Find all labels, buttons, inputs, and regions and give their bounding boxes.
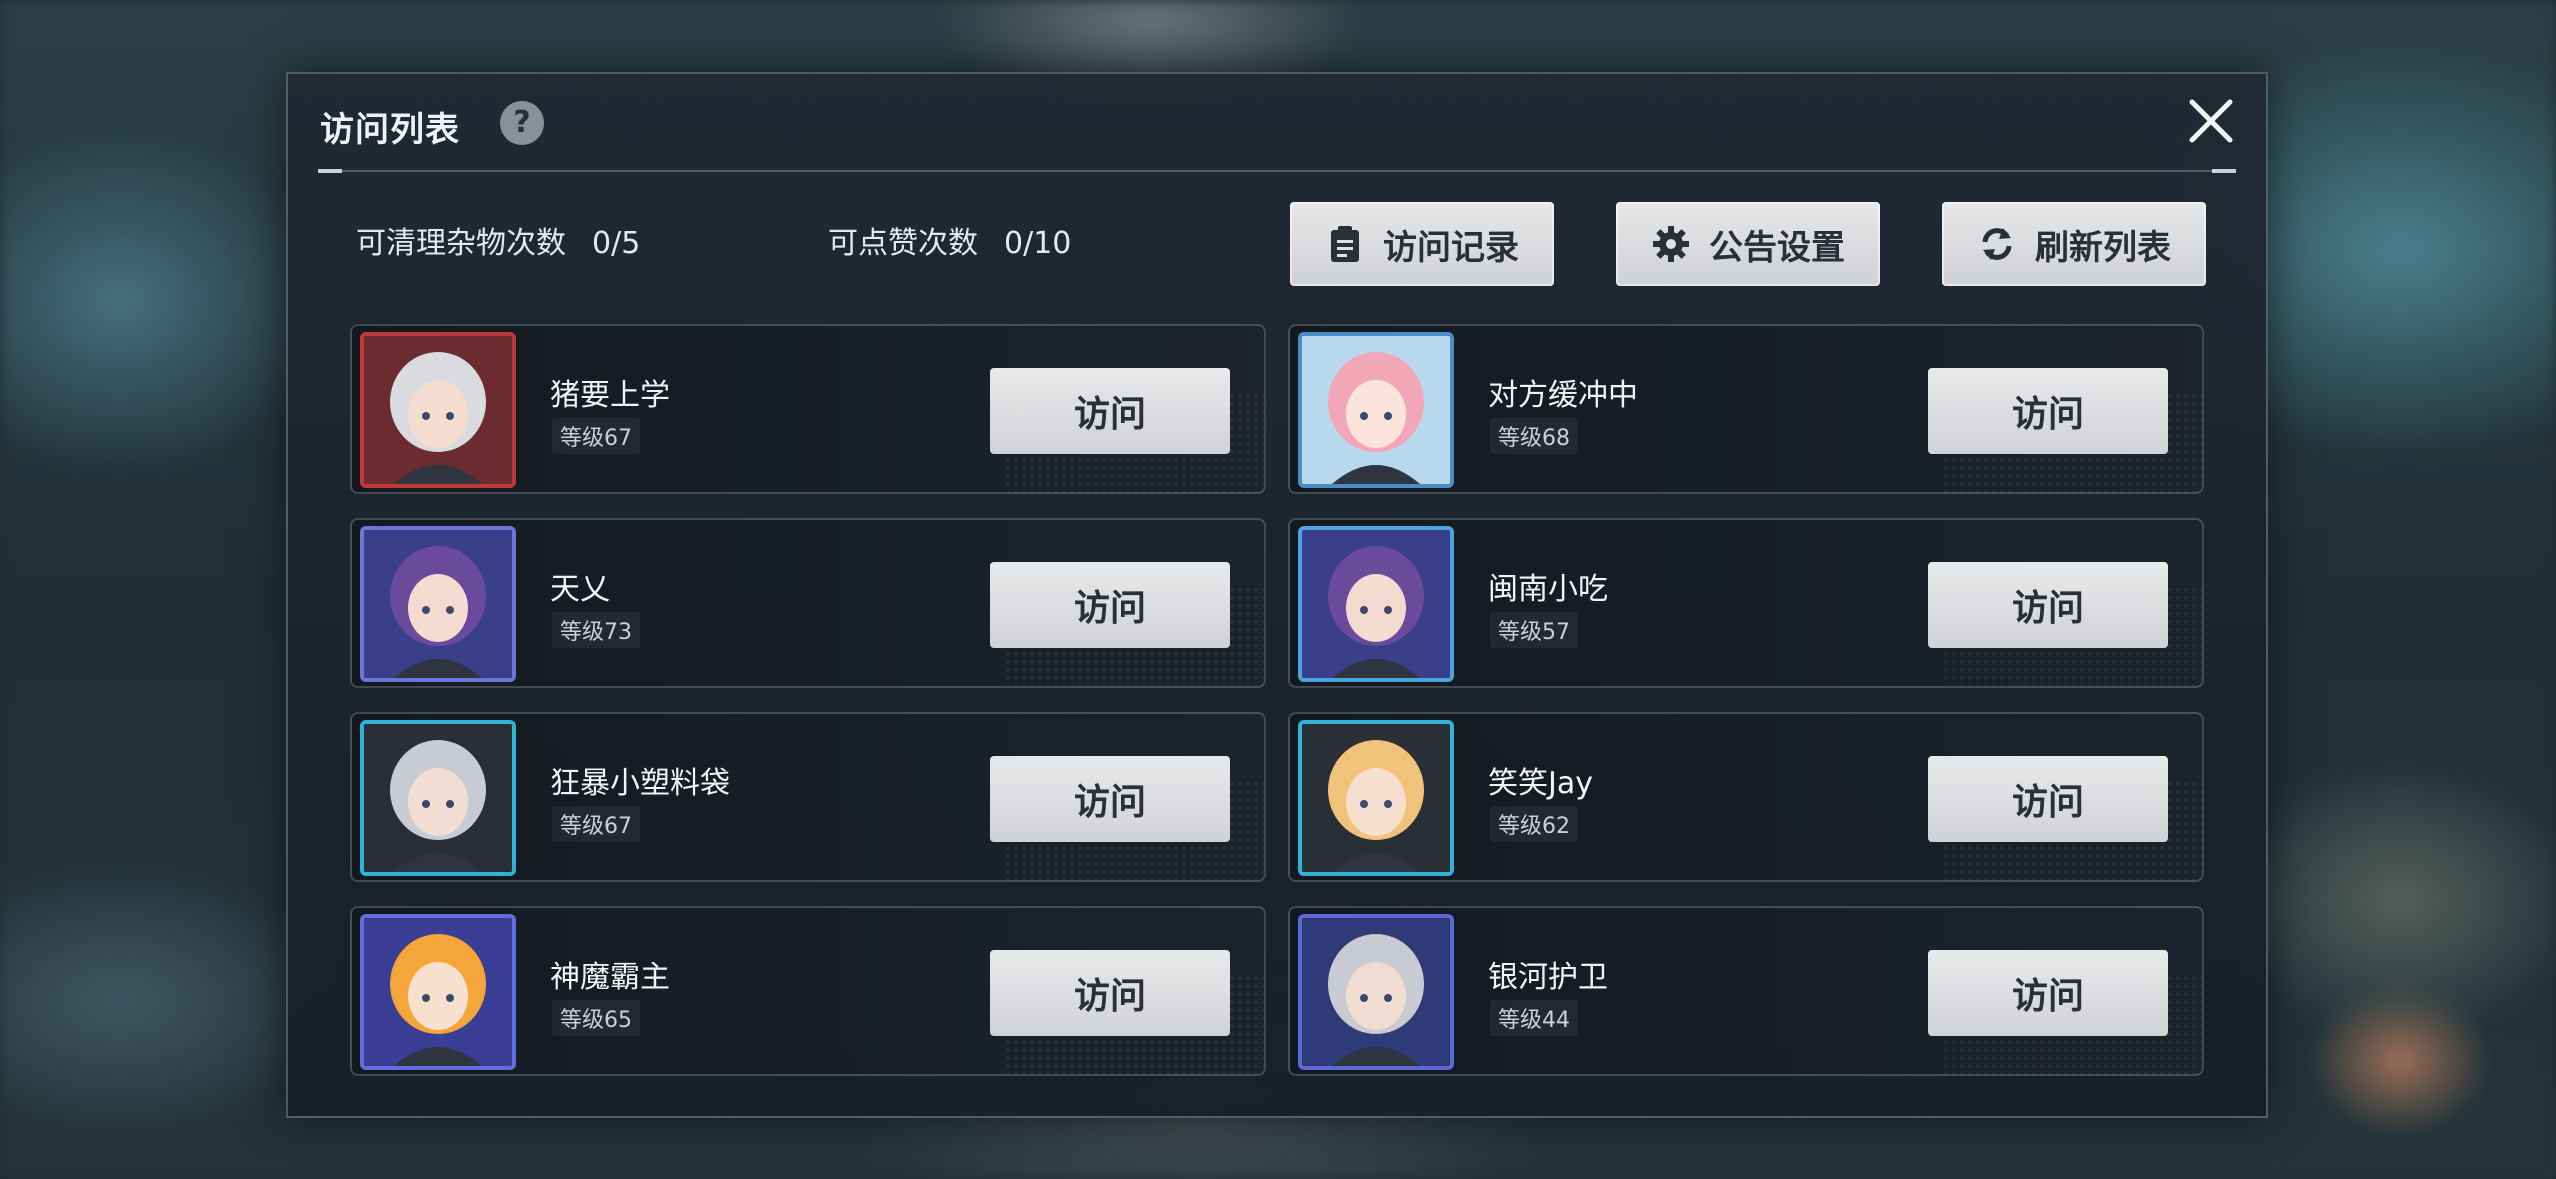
player-card: 猪要上学 等级67 访问 (350, 324, 1266, 494)
avatar-portrait-icon (364, 918, 512, 1066)
player-card: 笑笑Jay 等级62 访问 (1288, 712, 2204, 882)
player-name: 笑笑Jay (1488, 766, 1593, 801)
player-avatar[interactable] (360, 720, 516, 876)
player-avatar[interactable] (360, 914, 516, 1070)
player-level: 等级65 (552, 1000, 640, 1036)
player-avatar[interactable] (1298, 332, 1454, 488)
like-count-stat: 可点赞次数 0/10 (828, 218, 1071, 262)
clean-count-stat: 可清理杂物次数 0/5 (356, 218, 640, 262)
player-card: 狂暴小塑料袋 等级67 访问 (350, 712, 1266, 882)
refresh-list-button[interactable]: 刷新列表 (1942, 202, 2206, 286)
like-count-value: 0/10 (1004, 226, 1072, 261)
player-avatar[interactable] (1298, 720, 1454, 876)
player-level: 等级44 (1490, 1000, 1578, 1036)
player-avatar[interactable] (360, 526, 516, 682)
close-x-icon[interactable] (2186, 96, 2236, 146)
avatar-portrait-icon (364, 530, 512, 678)
player-level: 等级73 (552, 612, 640, 648)
notice-settings-button[interactable]: 公告设置 (1616, 202, 1880, 286)
visit-button[interactable]: 访问 (990, 368, 1230, 454)
avatar-portrait-icon (364, 336, 512, 484)
clean-count-value: 0/5 (592, 226, 641, 261)
avatar-portrait-icon (1302, 530, 1450, 678)
visit-button[interactable]: 访问 (990, 756, 1230, 842)
player-level: 等级67 (552, 418, 640, 454)
notice-settings-label: 公告设置 (1709, 227, 1845, 268)
player-card: 闽南小吃 等级57 访问 (1288, 518, 2204, 688)
player-name: 狂暴小塑料袋 (550, 766, 730, 801)
player-name: 天乂 (550, 572, 610, 607)
clipboard-icon (1331, 226, 1359, 262)
visit-button[interactable]: 访问 (1928, 756, 2168, 842)
visit-record-button[interactable]: 访问记录 (1290, 202, 1554, 286)
refresh-list-label: 刷新列表 (2035, 227, 2171, 268)
visit-button[interactable]: 访问 (1928, 562, 2168, 648)
visit-button[interactable]: 访问 (990, 562, 1230, 648)
avatar-portrait-icon (1302, 724, 1450, 872)
player-card: 银河护卫 等级44 访问 (1288, 906, 2204, 1076)
visit-button[interactable]: 访问 (990, 950, 1230, 1036)
dialog-title: 访问列表 (320, 110, 460, 150)
player-card: 天乂 等级73 访问 (350, 518, 1266, 688)
like-count-label: 可点赞次数 (828, 226, 978, 261)
player-avatar[interactable] (360, 332, 516, 488)
player-name: 对方缓冲中 (1488, 378, 1638, 413)
player-name: 银河护卫 (1488, 960, 1608, 995)
avatar-portrait-icon (364, 724, 512, 872)
refresh-icon (1982, 228, 2012, 260)
clean-count-label: 可清理杂物次数 (356, 226, 566, 261)
title-divider (318, 169, 2236, 173)
visit-list-dialog: 访问列表 ? 可清理杂物次数 0/5 可点赞次数 0/10 访问记录 公告设置 … (286, 72, 2268, 1118)
player-level: 等级62 (1490, 806, 1578, 842)
player-card: 神魔霸主 等级65 访问 (350, 906, 1266, 1076)
player-level: 等级67 (552, 806, 640, 842)
gear-icon (1653, 226, 1689, 262)
avatar-portrait-icon (1302, 918, 1450, 1066)
visit-button[interactable]: 访问 (1928, 950, 2168, 1036)
player-card: 对方缓冲中 等级68 访问 (1288, 324, 2204, 494)
player-avatar[interactable] (1298, 526, 1454, 682)
player-name: 神魔霸主 (550, 960, 670, 995)
visit-button[interactable]: 访问 (1928, 368, 2168, 454)
question-circle-icon[interactable]: ? (500, 101, 544, 145)
avatar-portrait-icon (1302, 336, 1450, 484)
player-level: 等级68 (1490, 418, 1578, 454)
player-level: 等级57 (1490, 612, 1578, 648)
player-name: 闽南小吃 (1488, 572, 1608, 607)
player-avatar[interactable] (1298, 914, 1454, 1070)
visit-record-label: 访问记录 (1383, 227, 1519, 268)
player-name: 猪要上学 (550, 378, 670, 413)
